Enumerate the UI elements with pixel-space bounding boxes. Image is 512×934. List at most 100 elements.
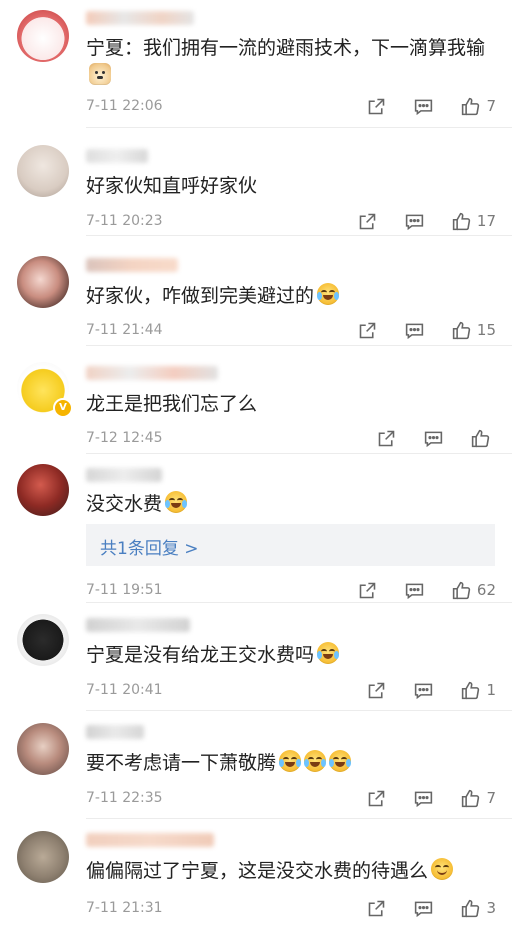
like-count: 7 (486, 789, 496, 807)
comment-item: 没交水费 共1条回复 > 7-11 19:51 62 (0, 454, 512, 603)
comment-item: 好家伙，咋做到完美避过的 7-11 21:44 15 (0, 236, 512, 346)
avatar[interactable] (17, 723, 69, 775)
avatar[interactable] (17, 464, 69, 516)
comment-actions: 15 (331, 318, 496, 342)
share-button[interactable] (357, 580, 378, 601)
avatar[interactable] (17, 145, 69, 197)
thumbs-up-icon (462, 899, 480, 917)
like-button[interactable]: 62 (451, 580, 496, 601)
avatar[interactable] (17, 831, 69, 883)
view-replies-button[interactable]: 共1条回复 > (86, 524, 495, 566)
username-redacted[interactable] (86, 468, 162, 482)
share-icon (369, 682, 385, 698)
username-redacted[interactable] (86, 725, 144, 739)
username-redacted[interactable] (86, 366, 218, 380)
comment-item: 宁夏是没有给龙王交水费吗 7-11 20:41 1 (0, 603, 512, 711)
comment-item: 要不考虑请一下萧敬腾 7-11 22:35 7 (0, 711, 512, 819)
comment-actions: 1 (340, 678, 496, 702)
comment-text: 龙王是把我们忘了么 (86, 390, 492, 418)
reply-button[interactable] (413, 788, 434, 809)
like-button[interactable]: 1 (460, 680, 496, 701)
comment-meta: 7-11 20:23 17 (86, 211, 496, 231)
share-button[interactable] (366, 680, 387, 701)
share-icon (359, 582, 376, 598)
username-redacted[interactable] (86, 618, 190, 632)
comment-meta: 7-11 22:06 7 (86, 96, 496, 116)
like-count: 17 (476, 212, 496, 230)
comment-text-content: 要不考虑请一下萧敬腾 (86, 752, 277, 774)
like-count: 62 (476, 581, 496, 599)
tears-of-joy-emoji-icon (317, 642, 340, 664)
doge-emoji-icon (89, 63, 111, 85)
avatar[interactable] (17, 256, 69, 308)
comment-text: 好家伙知直呼好家伙 (86, 172, 492, 200)
replies-link[interactable]: 共1条回复 > (100, 534, 198, 559)
thumbs-up-icon (471, 429, 490, 447)
tears-of-joy-emoji-icon (165, 491, 188, 513)
tears-of-joy-emoji-icon (279, 750, 302, 772)
avatar[interactable] (17, 10, 69, 62)
avatar[interactable] (17, 614, 69, 666)
like-count: 15 (476, 321, 496, 339)
comment-meta: 7-12 12:45 (86, 428, 496, 448)
smirk-emoji-icon (431, 858, 454, 880)
comment-icon (415, 901, 433, 917)
comment-actions: 7 (340, 786, 496, 810)
like-button[interactable]: 17 (451, 211, 496, 232)
comment-icon (415, 791, 433, 807)
reply-button[interactable] (404, 580, 425, 601)
reply-button[interactable] (404, 320, 425, 341)
username-redacted[interactable] (86, 149, 148, 163)
share-icon (369, 900, 385, 916)
comment-actions (350, 426, 496, 450)
comment-text: 宁夏：我们拥有一流的避雨技术，下一滴算我输 (86, 34, 492, 90)
comment-icon (424, 431, 443, 447)
verified-badge: V (53, 398, 73, 418)
username-redacted[interactable] (86, 833, 214, 847)
like-button[interactable]: 15 (451, 320, 496, 341)
comment-item: 好家伙知直呼好家伙 7-11 20:23 17 (0, 128, 512, 236)
like-button[interactable]: 7 (460, 96, 496, 117)
comment-text: 没交水费 (86, 490, 492, 518)
tears-of-joy-emoji-icon (329, 750, 352, 772)
share-button[interactable] (366, 898, 387, 919)
comment-meta: 7-11 20:41 1 (86, 680, 496, 700)
like-count: 3 (486, 899, 496, 917)
username-redacted[interactable] (86, 258, 178, 272)
share-icon (369, 98, 385, 114)
share-button[interactable] (357, 320, 378, 341)
reply-button[interactable] (423, 428, 444, 449)
comment-text-content: 龙王是把我们忘了么 (86, 393, 258, 415)
share-button[interactable] (357, 211, 378, 232)
reply-button[interactable] (413, 96, 434, 117)
username-redacted[interactable] (86, 11, 194, 25)
share-icon (378, 430, 395, 446)
share-icon (369, 790, 385, 806)
comment-actions: 7 (340, 94, 496, 118)
timestamp: 7-11 22:06 (86, 98, 163, 114)
comment-actions: 62 (331, 578, 496, 602)
comment-text-content: 没交水费 (86, 493, 163, 515)
reply-button[interactable] (404, 211, 425, 232)
like-button[interactable] (470, 428, 496, 449)
reply-button[interactable] (413, 680, 434, 701)
thumbs-up-icon (452, 321, 471, 339)
comment-meta: 7-11 19:51 62 (86, 580, 496, 600)
thumbs-up-icon (452, 212, 471, 230)
share-button[interactable] (366, 788, 387, 809)
timestamp: 7-11 20:41 (86, 682, 163, 698)
timestamp: 7-12 12:45 (86, 430, 163, 446)
reply-button[interactable] (413, 898, 434, 919)
comment-text-content: 偏偏隔过了宁夏，这是没交水费的待遇么 (86, 860, 429, 882)
comment-meta: 7-11 21:44 15 (86, 320, 496, 340)
timestamp: 7-11 19:51 (86, 582, 163, 598)
share-button[interactable] (376, 428, 397, 449)
like-count: 7 (486, 97, 496, 115)
like-button[interactable]: 3 (460, 898, 496, 919)
like-button[interactable]: 7 (460, 788, 496, 809)
comment-actions: 17 (331, 209, 496, 233)
comment-text: 要不考虑请一下萧敬腾 (86, 749, 492, 777)
comment-icon (415, 683, 433, 699)
share-button[interactable] (366, 96, 387, 117)
comment-actions: 3 (340, 896, 496, 920)
